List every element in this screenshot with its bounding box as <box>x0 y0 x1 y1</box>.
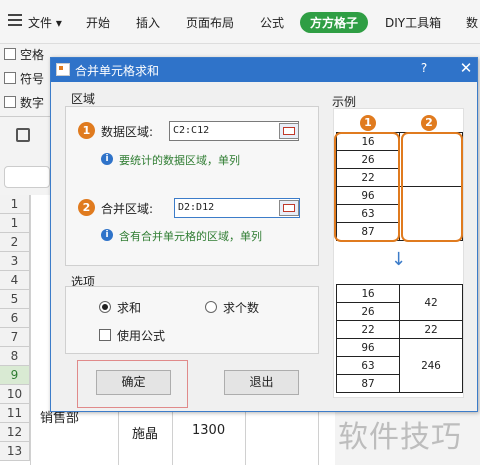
cell-name[interactable]: 施晶 <box>132 423 158 442</box>
tab-diy-toolbox[interactable]: DIY工具箱 <box>385 14 441 31</box>
example-result-cell: 22 <box>399 320 463 339</box>
range-select-icon[interactable] <box>279 123 299 139</box>
row-header[interactable]: 10 <box>0 385 30 404</box>
ok-button[interactable]: 确定 <box>96 370 171 395</box>
example-cell: 96 <box>336 338 400 357</box>
row-header[interactable]: 6 <box>0 309 30 328</box>
tab-page-layout[interactable]: 页面布局 <box>186 14 234 31</box>
info-icon: i <box>101 229 113 241</box>
row-header[interactable]: 12 <box>0 423 30 442</box>
data-range-hint: 要统计的数据区域，单列 <box>119 154 240 167</box>
example-step-2-badge: 2 <box>421 115 437 131</box>
example-panel: 1 2 16 26 22 96 63 87 ↓ 16 42 26 22 22 96 2… <box>333 108 464 398</box>
tab-insert[interactable]: 插入 <box>136 14 160 31</box>
watermark: 软件技巧 <box>338 420 462 455</box>
row-header[interactable]: 7 <box>0 328 30 347</box>
example-cell: 22 <box>336 320 400 339</box>
name-box[interactable] <box>4 166 50 188</box>
range-select-icon[interactable] <box>279 200 299 216</box>
row-header[interactable]: 8 <box>0 347 30 366</box>
arrow-down-icon: ↓ <box>391 249 407 270</box>
merge-sum-dialog: 合并单元格求和 ? ✕ 区域 1 数据区域: C2:C12 i 要统计的数据区域… <box>50 57 478 412</box>
info-icon: i <box>101 153 113 165</box>
highlight-merge-column <box>401 132 463 242</box>
options-group <box>65 286 319 354</box>
region-group-label: 区域 <box>71 92 96 106</box>
app-icon <box>56 63 70 76</box>
example-step-1-badge: 1 <box>360 115 376 131</box>
close-icon[interactable]: ✕ <box>457 59 475 77</box>
row-header[interactable]: 4 <box>0 271 30 290</box>
example-result-cell: 246 <box>399 338 463 393</box>
ribbon: 文件 ▾ 开始 插入 页面布局 公式 方方格子 DIY工具箱 数 <box>0 0 480 44</box>
example-result-cell: 42 <box>399 284 463 321</box>
count-radio[interactable] <box>205 301 217 313</box>
tab-formula[interactable]: 公式 <box>260 14 284 31</box>
row-header[interactable]: 5 <box>0 290 30 309</box>
sum-radio[interactable] <box>99 301 111 313</box>
highlight-data-column <box>334 132 400 242</box>
step-1-badge: 1 <box>78 122 95 139</box>
save-icon[interactable] <box>16 128 30 142</box>
menu-icon[interactable] <box>8 14 22 26</box>
example-cell: 26 <box>336 302 400 321</box>
count-label: 求个数 <box>223 301 260 315</box>
dialog-title-bar[interactable]: 合并单元格求和 ? ✕ <box>51 58 477 82</box>
row-header-selected[interactable]: 9 <box>0 366 30 385</box>
number-label: 数字 <box>20 96 45 110</box>
symbol-label: 符号 <box>20 72 45 86</box>
row-header[interactable]: 13 <box>0 442 30 461</box>
divider <box>0 116 50 117</box>
number-checkbox[interactable] <box>4 96 16 108</box>
row-header[interactable]: 11 <box>0 404 30 423</box>
data-range-label: 数据区域: <box>101 125 154 139</box>
row-header[interactable]: 1 <box>0 195 30 214</box>
tab-more[interactable]: 数 <box>466 14 478 31</box>
merge-range-hint: 含有合并单元格的区域，单列 <box>119 230 262 243</box>
row-header[interactable]: 3 <box>0 252 30 271</box>
tab-file[interactable]: 文件 ▾ <box>28 14 62 31</box>
dialog-title: 合并单元格求和 <box>75 64 160 78</box>
exit-button[interactable]: 退出 <box>224 370 299 395</box>
symbol-checkbox[interactable] <box>4 72 16 84</box>
step-2-badge: 2 <box>78 199 95 216</box>
example-cell: 63 <box>336 356 400 375</box>
help-button[interactable]: ? <box>416 61 432 75</box>
example-after-table: 16 42 26 22 22 96 246 63 87 <box>336 284 463 393</box>
tab-home[interactable]: 开始 <box>86 14 110 31</box>
use-formula-checkbox[interactable] <box>99 329 111 341</box>
merge-range-label: 合并区域: <box>101 202 154 216</box>
example-cell: 87 <box>336 374 400 393</box>
space-checkbox[interactable] <box>4 48 16 60</box>
use-formula-label: 使用公式 <box>117 329 166 343</box>
sum-label: 求和 <box>117 301 142 315</box>
tab-fangfang[interactable]: 方方格子 <box>300 12 369 33</box>
row-header[interactable]: 1 <box>0 214 30 233</box>
space-label: 空格 <box>20 48 45 62</box>
example-cell: 16 <box>336 284 400 303</box>
row-header[interactable]: 2 <box>0 233 30 252</box>
cell-value[interactable]: 1300 <box>192 423 225 438</box>
